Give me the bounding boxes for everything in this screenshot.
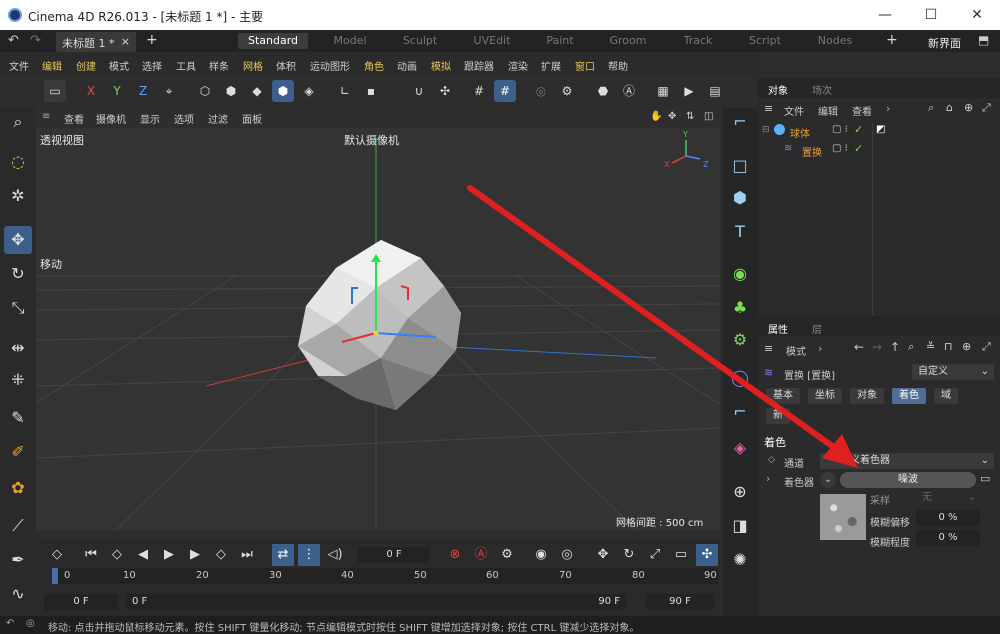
undo-icon[interactable]: ↶ [6, 618, 14, 629]
annotation-overlay [467, 185, 858, 468]
red-arrow-shaft [467, 185, 838, 451]
status-info-icon: ◎ [26, 618, 35, 629]
status-message: 移动: 点击并拖动鼠标移动元素。按住 SHIFT 键量化移动; 节点编辑模式时按… [48, 623, 640, 634]
status-bar: ↶ ◎ 移动: 点击并拖动鼠标移动元素。按住 SHIFT 键量化移动; 节点编辑… [0, 616, 1000, 634]
